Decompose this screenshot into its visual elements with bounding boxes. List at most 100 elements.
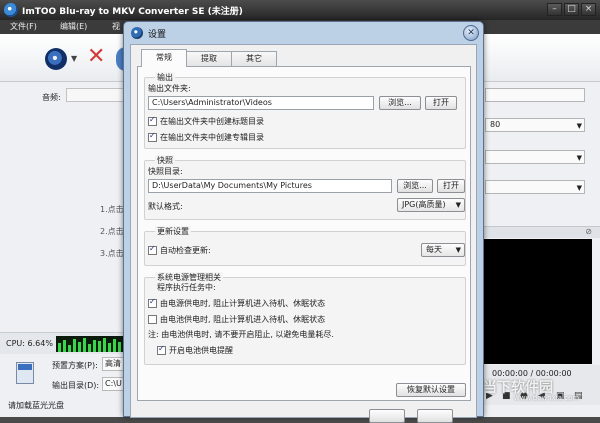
block-sleep-battery-label: 由电池供电时, 阻止计算机进入待机、休眠状态 — [160, 315, 326, 324]
output-dir-label: 输出目录(D): — [52, 381, 100, 390]
right-field-4[interactable]: ▼ — [485, 180, 585, 194]
left-panel: 音频: 1.点击 2.点击 3.点击 CPU: 6.64% 预置方案(P): 高… — [0, 82, 126, 417]
snapshot-dir-input[interactable]: D:\UserData\My Documents\My Pictures — [148, 179, 392, 193]
tab-extract[interactable]: 提取 — [186, 51, 232, 67]
create-title-dir-option[interactable]: 在输出文件夹中创建标题目录 — [148, 115, 264, 127]
settings-dialog: 设置 ✕ 常规 提取 其它 输出 输出文件夹: C:\Users\Adminis… — [123, 21, 484, 423]
maximize-icon[interactable]: □ — [564, 3, 579, 16]
snapshot-browse-button[interactable]: 浏览... — [397, 179, 433, 193]
load-disc-icon[interactable] — [45, 48, 67, 70]
right-panel: 80 ▼ ▼ ▼ ⊘ 00:00:00 / 00:00:00 ▶ ■ ● ◀ ▣… — [480, 82, 600, 417]
step-3-text: 3.点击 — [100, 249, 124, 258]
checkbox-checked[interactable] — [157, 344, 166, 355]
preview-header: ⊘ — [480, 226, 600, 238]
app-titlebar: ImTOO Blu-ray to MKV Converter SE (未注册) … — [0, 0, 600, 20]
output-folder-label: 输出文件夹: — [148, 84, 191, 93]
snapshot-legend: 快照 — [155, 155, 175, 166]
battery-remind-option[interactable]: 开启电池供电提醒 — [157, 344, 233, 356]
audio-label: 音频: — [42, 93, 61, 102]
output-open-button[interactable]: 打开 — [425, 96, 457, 110]
snapshot-dir-label: 快照目录: — [148, 167, 183, 176]
create-album-dir-option[interactable]: 在输出文件夹中创建专辑目录 — [148, 131, 264, 143]
cpu-label: CPU: 6.64% — [6, 339, 53, 348]
cpu-bar — [88, 344, 91, 352]
cpu-graph — [56, 336, 126, 352]
output-legend: 输出 — [155, 72, 175, 83]
cpu-status: CPU: 6.64% — [0, 332, 126, 354]
output-browse-button[interactable]: 浏览... — [379, 96, 421, 110]
cpu-bar — [83, 338, 86, 352]
dialog-body: 常规 提取 其它 输出 输出文件夹: C:\Users\Administrato… — [130, 44, 477, 423]
right-field-2[interactable]: 80 ▼ — [485, 118, 585, 132]
checkbox-checked[interactable] — [148, 244, 157, 255]
auto-update-label: 自动检查更新: — [160, 246, 211, 255]
checkbox-checked[interactable] — [148, 297, 157, 308]
preset-label: 预置方案(P): — [52, 361, 98, 370]
right-field-3[interactable]: ▼ — [485, 150, 585, 164]
cpu-bar — [103, 338, 106, 352]
output-folder-input[interactable]: C:\Users\Administrator\Videos — [148, 96, 374, 110]
cpu-bar — [63, 340, 66, 352]
snapshot-format-label: 默认格式: — [148, 202, 183, 211]
update-legend: 更新设置 — [155, 226, 191, 237]
close-icon[interactable]: × — [581, 3, 596, 16]
snapshot-format-select[interactable]: JPG(高质量) ▼ — [397, 198, 465, 212]
cpu-bar — [113, 339, 116, 352]
right-field-1[interactable] — [485, 88, 585, 102]
menu-edit[interactable]: 编辑(E) — [60, 21, 87, 32]
menu-file[interactable]: 文件(F) — [10, 21, 37, 32]
audio-select[interactable] — [66, 88, 124, 102]
close-icon[interactable]: ✕ — [463, 25, 479, 41]
dialog-titlebar: 设置 ✕ — [124, 22, 483, 44]
block-sleep-battery-option[interactable]: 由电池供电时, 阻止计算机进入待机、休眠状态 — [148, 314, 325, 325]
snapshot-format-value: JPG(高质量) — [402, 200, 446, 209]
restore-defaults-button[interactable]: 恢复默认设置 — [396, 383, 466, 397]
cpu-bar — [118, 342, 121, 352]
update-interval-value: 每天 — [426, 245, 442, 254]
snapshot-open-button[interactable]: 打开 — [437, 179, 465, 193]
ok-button[interactable] — [369, 409, 405, 423]
cpu-bar — [93, 340, 96, 352]
cpu-bar — [78, 342, 81, 352]
delete-icon[interactable]: ✕ — [87, 44, 105, 69]
power-note: 注: 由电池供电时, 请不要开启阻止, 以避免电量耗尽. — [148, 330, 334, 339]
checkbox-checked[interactable] — [148, 131, 157, 142]
tab-other[interactable]: 其它 — [231, 51, 277, 67]
player-controls: 00:00:00 / 00:00:00 ▶ ■ ● ◀ ▣ ▤ 当下软件园 ww… — [480, 365, 600, 405]
app-logo-icon — [4, 3, 18, 17]
update-group: 更新设置 自动检查更新: 每天 ▼ — [144, 226, 466, 266]
right-field-value: 80 — [490, 120, 501, 129]
block-sleep-ac-option[interactable]: 由电源供电时, 阻止计算机进入待机、休眠状态 — [148, 297, 325, 309]
chevron-down-icon: ▼ — [455, 246, 461, 254]
dialog-app-icon — [131, 27, 143, 39]
cpu-bar — [108, 343, 111, 352]
power-subtitle: 程序执行任务中: — [157, 283, 216, 292]
step-2-text: 2.点击 — [100, 227, 124, 236]
create-album-dir-label: 在输出文件夹中创建专辑目录 — [160, 133, 264, 142]
cpu-bar — [58, 343, 61, 352]
tab-general[interactable]: 常规 — [141, 49, 187, 67]
window-controls: – □ × — [547, 3, 596, 16]
output-group: 输出 输出文件夹: C:\Users\Administrator\Videos … — [144, 72, 466, 149]
chevron-down-icon: ▼ — [576, 122, 582, 130]
chevron-down-icon: ▼ — [455, 201, 461, 209]
update-interval-select[interactable]: 每天 ▼ — [421, 243, 465, 257]
chevron-down-icon[interactable]: ▼ — [71, 54, 77, 63]
watermark-url: www.downxia.com — [514, 394, 580, 402]
checkbox-unchecked[interactable] — [148, 315, 157, 324]
auto-update-option[interactable]: 自动检查更新: — [148, 244, 211, 256]
collapse-icon[interactable]: ⊘ — [585, 227, 592, 236]
cpu-bar — [73, 339, 76, 352]
cpu-bar — [68, 345, 71, 352]
minimize-icon[interactable]: – — [547, 3, 562, 16]
checkbox-checked[interactable] — [148, 115, 157, 126]
video-preview — [480, 239, 592, 364]
menu-view[interactable]: 视 — [112, 21, 120, 32]
cpu-bar — [98, 341, 101, 352]
dialog-title: 设置 — [148, 30, 167, 40]
cancel-button[interactable] — [417, 409, 453, 423]
app-title: ImTOO Blu-ray to MKV Converter SE (未注册) — [22, 7, 243, 17]
snapshot-group: 快照 快照目录: D:\UserData\My Documents\My Pic… — [144, 155, 466, 220]
battery-remind-label: 开启电池供电提醒 — [169, 346, 233, 355]
chevron-down-icon: ▼ — [576, 184, 582, 192]
